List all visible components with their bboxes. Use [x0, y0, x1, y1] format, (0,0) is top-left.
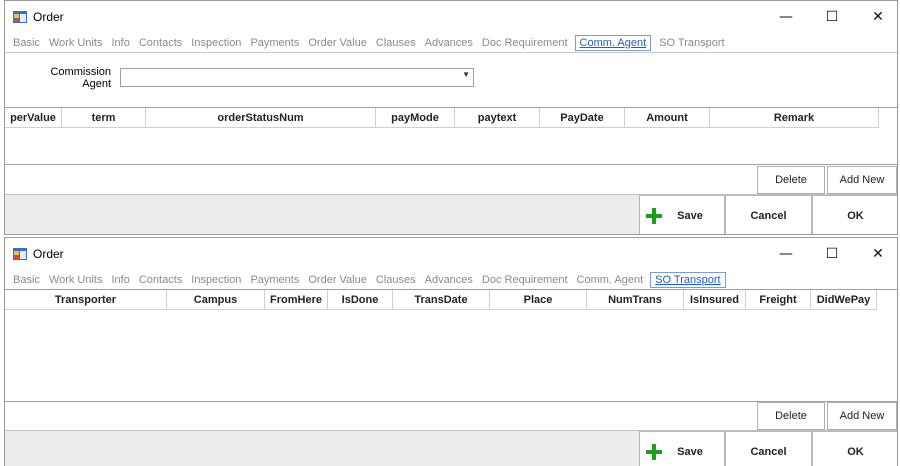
- tab-contacts[interactable]: Contacts: [137, 274, 189, 286]
- minimize-icon: —: [779, 9, 793, 25]
- commission-label-line1: Commission: [50, 66, 111, 78]
- delete-button[interactable]: Delete: [757, 166, 825, 194]
- grid-actions: Delete Add New: [755, 166, 897, 194]
- tab-clauses[interactable]: Clauses: [374, 37, 423, 49]
- tab-inspection[interactable]: Inspection: [189, 37, 248, 49]
- tab-work-units[interactable]: Work Units: [47, 37, 110, 49]
- ok-button[interactable]: OK: [812, 195, 897, 234]
- cancel-button[interactable]: Cancel: [725, 431, 812, 466]
- tab-strip: Basic Work Units Info Contacts Inspectio…: [11, 271, 732, 289]
- column-header[interactable]: term: [62, 108, 146, 128]
- tab-basic[interactable]: Basic: [11, 37, 47, 49]
- grid-header: perValue term orderStatusNum payMode pay…: [5, 108, 879, 128]
- column-header[interactable]: Place: [490, 290, 587, 310]
- tab-basic[interactable]: Basic: [11, 274, 47, 286]
- order-window-comm-agent: Order — ☐ ✕ Basic Work Units Info Contac…: [4, 0, 898, 235]
- close-button[interactable]: ✕: [855, 1, 897, 33]
- tab-order-value[interactable]: Order Value: [306, 274, 374, 286]
- column-header[interactable]: payMode: [376, 108, 455, 128]
- tab-advances[interactable]: Advances: [423, 274, 480, 286]
- maximize-icon: ☐: [825, 246, 839, 262]
- column-header[interactable]: IsDone: [328, 290, 393, 310]
- commission-agent-combobox[interactable]: ▼: [120, 68, 474, 87]
- column-header[interactable]: Freight: [746, 290, 811, 310]
- window-title: Order: [33, 10, 64, 24]
- column-header[interactable]: IsInsured: [684, 290, 746, 310]
- tab-advances[interactable]: Advances: [423, 37, 480, 49]
- column-header[interactable]: Amount: [625, 108, 710, 128]
- commission-label-line2: Agent: [82, 78, 111, 90]
- column-header[interactable]: FromHere: [265, 290, 328, 310]
- tab-comm-agent[interactable]: Comm. Agent: [574, 35, 652, 51]
- app-window-icon: [13, 248, 27, 260]
- maximize-button[interactable]: ☐: [809, 238, 855, 270]
- tab-strip: Basic Work Units Info Contacts Inspectio…: [11, 34, 732, 52]
- column-header[interactable]: DidWePay: [811, 290, 877, 310]
- close-icon: ✕: [872, 246, 884, 262]
- tab-so-transport[interactable]: SO Transport: [657, 37, 731, 49]
- column-header[interactable]: Transporter: [5, 290, 167, 310]
- column-header[interactable]: perValue: [5, 108, 62, 128]
- order-window-so-transport: Order — ☐ ✕ Basic Work Units Info Contac…: [4, 237, 898, 466]
- column-header[interactable]: NumTrans: [587, 290, 684, 310]
- plus-icon: [646, 208, 662, 224]
- maximize-icon: ☐: [825, 9, 839, 25]
- close-button[interactable]: ✕: [855, 238, 897, 270]
- tab-inspection[interactable]: Inspection: [189, 274, 248, 286]
- commission-agent-label: Commission Agent: [33, 66, 111, 90]
- bottom-button-bar: Save Cancel OK: [5, 194, 897, 234]
- tab-doc-requirement[interactable]: Doc Requirement: [480, 37, 575, 49]
- grid-header: Transporter Campus FromHere IsDone Trans…: [5, 290, 877, 310]
- minimize-button[interactable]: —: [763, 1, 809, 33]
- tab-contacts[interactable]: Contacts: [137, 37, 189, 49]
- chevron-down-icon[interactable]: ▼: [462, 70, 470, 79]
- ok-button[interactable]: OK: [812, 431, 897, 466]
- add-new-button[interactable]: Add New: [827, 166, 897, 194]
- payments-grid[interactable]: perValue term orderStatusNum payMode pay…: [5, 107, 897, 165]
- tab-doc-requirement[interactable]: Doc Requirement: [480, 274, 575, 286]
- bottom-button-bar: Save Cancel OK: [5, 430, 897, 466]
- column-header[interactable]: TransDate: [393, 290, 490, 310]
- tab-work-units[interactable]: Work Units: [47, 274, 110, 286]
- plus-icon: [646, 444, 662, 460]
- column-header[interactable]: Remark: [710, 108, 879, 128]
- column-header[interactable]: PayDate: [540, 108, 625, 128]
- close-icon: ✕: [872, 9, 884, 25]
- tab-info[interactable]: Info: [110, 37, 137, 49]
- cancel-button[interactable]: Cancel: [725, 195, 812, 234]
- save-label: Save: [677, 446, 703, 458]
- maximize-button[interactable]: ☐: [809, 1, 855, 33]
- column-header[interactable]: paytext: [455, 108, 540, 128]
- tab-comm-agent[interactable]: Comm. Agent: [575, 274, 651, 286]
- save-label: Save: [677, 210, 703, 222]
- add-new-button[interactable]: Add New: [827, 402, 897, 430]
- title-bar[interactable]: Order — ☐ ✕: [5, 238, 897, 270]
- minimize-button[interactable]: —: [763, 238, 809, 270]
- save-button[interactable]: Save: [639, 195, 725, 234]
- minimize-icon: —: [779, 246, 793, 262]
- tab-info[interactable]: Info: [110, 274, 137, 286]
- delete-button[interactable]: Delete: [757, 402, 825, 430]
- tab-payments[interactable]: Payments: [248, 274, 306, 286]
- app-window-icon: [13, 11, 27, 23]
- tab-payments[interactable]: Payments: [248, 37, 306, 49]
- tab-order-value[interactable]: Order Value: [306, 37, 374, 49]
- column-header[interactable]: Campus: [167, 290, 265, 310]
- tab-so-transport[interactable]: SO Transport: [650, 272, 726, 288]
- transport-grid[interactable]: Transporter Campus FromHere IsDone Trans…: [5, 289, 897, 402]
- column-header[interactable]: orderStatusNum: [146, 108, 376, 128]
- title-bar[interactable]: Order — ☐ ✕: [5, 1, 897, 33]
- save-button[interactable]: Save: [639, 431, 725, 466]
- tab-clauses[interactable]: Clauses: [374, 274, 423, 286]
- tab-content-border: [5, 52, 897, 53]
- grid-actions: Delete Add New: [755, 402, 897, 430]
- window-title: Order: [33, 247, 64, 261]
